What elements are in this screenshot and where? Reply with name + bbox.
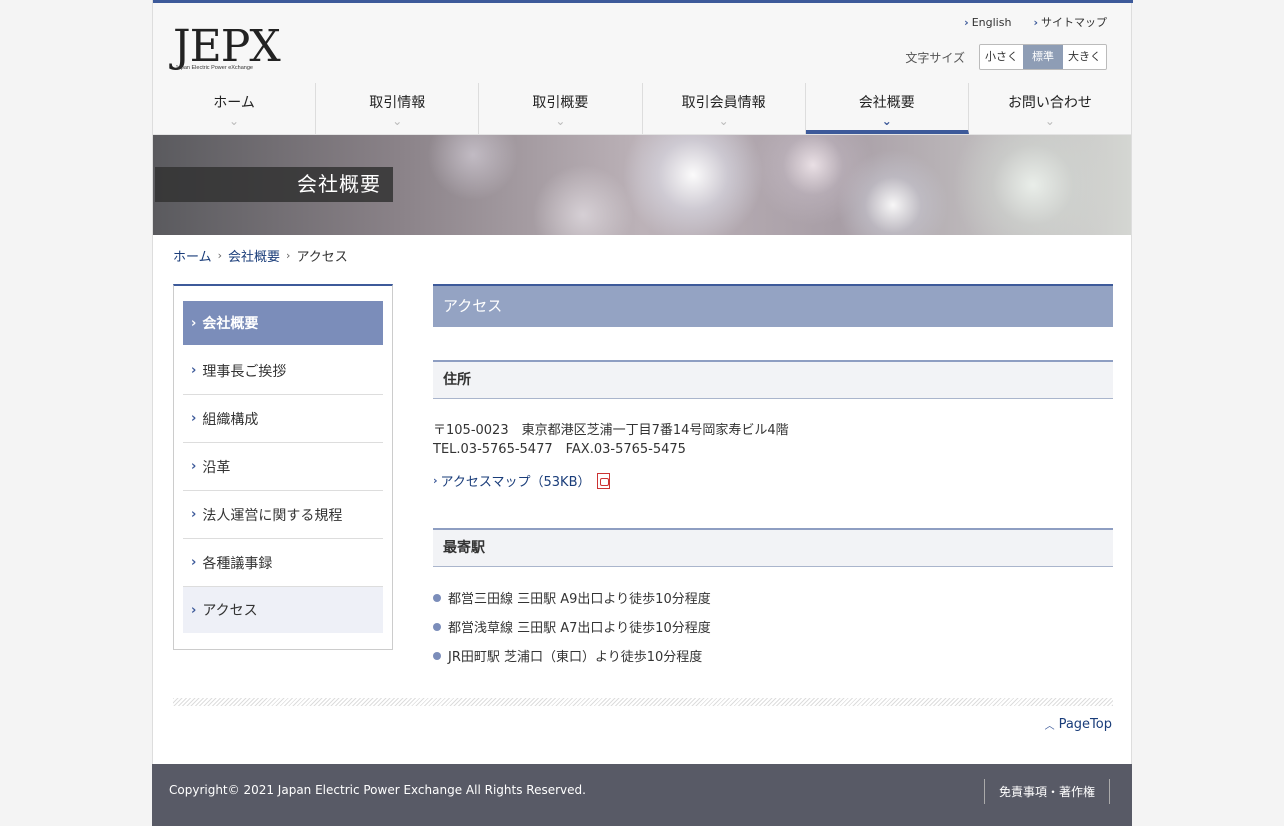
chevron-down-icon: ⌄ <box>1044 114 1055 128</box>
nav-trading-info[interactable]: 取引情報 ⌄ <box>316 83 480 134</box>
font-size-label: 文字サイズ <box>905 50 965 65</box>
list-item: 都営三田線 三田駅 A9出口より徒歩10分程度 <box>433 583 1113 612</box>
chevron-right-icon: › <box>286 249 291 262</box>
nav-trading-overview-label: 取引概要 <box>532 95 589 111</box>
copyright: Copyright© 2021 Japan Electric Power Exc… <box>169 783 586 797</box>
address-heading: 住所 <box>433 360 1113 399</box>
bullet-icon <box>433 622 441 631</box>
chevron-right-icon: › <box>217 249 223 262</box>
sidebar-item-greeting[interactable]: › 理事長ご挨拶 <box>183 347 383 395</box>
english-link[interactable]: › English <box>964 14 1011 30</box>
chevron-down-icon: ⌄ <box>881 114 892 128</box>
chevron-right-icon: › <box>191 555 197 570</box>
header: JEPX Japan Electric Power eXchange › Engl… <box>153 3 1131 83</box>
chevron-right-icon: › <box>1033 15 1038 29</box>
chevron-right-icon: › <box>964 15 969 29</box>
nav-home-label: ホーム <box>213 95 255 111</box>
station-text: 都営三田線 三田駅 A9出口より徒歩10分程度 <box>448 592 711 607</box>
pdf-icon <box>596 472 610 489</box>
font-size-options: 小さく 標準 大きく <box>979 44 1107 70</box>
access-map-link-row: › アクセスマップ（53KB） <box>433 471 1113 490</box>
nav-contact[interactable]: お問い合わせ ⌄ <box>969 83 1131 134</box>
access-map-link[interactable]: アクセスマップ（53KB） <box>441 471 591 490</box>
chevron-right-icon: › <box>191 602 197 618</box>
chevron-right-icon: › <box>191 459 197 474</box>
address-block: 〒105-0023 東京都港区芝浦一丁目7番14号岡家寿ビル4階 TEL.03-… <box>433 421 1113 459</box>
chevron-right-icon: › <box>191 507 197 522</box>
sidebar-item-label: 法人運営に関する規程 <box>202 507 343 524</box>
disclaimer-link[interactable]: 免責事項・著作権 <box>999 785 1095 799</box>
phone-fax-line: TEL.03-5765-5477 FAX.03-5765-5475 <box>433 442 686 457</box>
global-nav: ホーム ⌄ 取引情報 ⌄ 取引概要 ⌄ 取引会員情報 ⌄ 会社概要 ⌄ お問い合わせ ⌄ <box>153 83 1131 135</box>
chevron-down-icon: ⌄ <box>718 114 729 128</box>
sidebar: › 会社概要 › 理事長ご挨拶 › 組織構成 › 沿革 › 法人運営に関する規程 › 各種議… <box>173 284 393 650</box>
chevron-down-icon: ⌄ <box>555 114 566 128</box>
english-link-label: English <box>971 15 1012 29</box>
list-item: JR田町駅 芝浦口（東口）より徒歩10分程度 <box>433 641 1113 670</box>
sidebar-item-label: 沿革 <box>202 459 231 476</box>
nav-contact-label: お問い合わせ <box>1007 95 1092 111</box>
logo-text: JEPX <box>173 21 281 72</box>
breadcrumb-company[interactable]: 会社概要 <box>228 246 280 265</box>
sidebar-item-organization[interactable]: › 組織構成 <box>183 395 383 443</box>
chevron-down-icon: ⌄ <box>392 114 403 128</box>
banner-title: 会社概要 <box>155 167 393 202</box>
sidebar-item-access[interactable]: › アクセス <box>183 587 383 633</box>
logo-subtitle: Japan Electric Power eXchange <box>175 65 253 71</box>
page-container: JEPX Japan Electric Power eXchange › Engl… <box>152 0 1133 826</box>
footer: Copyright© 2021 Japan Electric Power Exc… <box>152 764 1132 826</box>
font-size-standard-button[interactable]: 標準 <box>1023 45 1063 69</box>
station-heading: 最寄駅 <box>433 528 1113 567</box>
page-top-link-row: ︿ PageTop <box>1045 717 1112 732</box>
sidebar-item-label: 各種議事録 <box>202 555 273 572</box>
utility-links: › English › サイトマップ <box>964 14 1107 30</box>
breadcrumb-current: アクセス <box>296 250 348 265</box>
chevron-right-icon: › <box>433 474 438 487</box>
font-size-switcher: 文字サイズ 小さく 標準 大きく <box>905 44 1107 70</box>
chevron-right-icon: › <box>191 363 197 378</box>
nav-member-info[interactable]: 取引会員情報 ⌄ <box>643 83 806 134</box>
bullet-icon <box>433 593 441 602</box>
page-title: アクセス <box>433 284 1113 327</box>
nav-trading-overview[interactable]: 取引概要 ⌄ <box>479 83 643 134</box>
chevron-down-icon: ⌄ <box>229 114 240 128</box>
sidebar-head-label: 会社概要 <box>202 316 259 332</box>
breadcrumb-home[interactable]: ホーム <box>173 246 212 265</box>
chevron-up-icon: ︿ <box>1044 721 1055 732</box>
sidebar-item-regulations[interactable]: › 法人運営に関する規程 <box>183 491 383 539</box>
nav-company-label: 会社概要 <box>858 95 915 111</box>
footer-links: 免責事項・著作権 <box>983 779 1110 804</box>
sidebar-item-company[interactable]: › 会社概要 <box>183 301 383 345</box>
chevron-right-icon: › <box>191 411 197 426</box>
nav-trading-info-label: 取引情報 <box>369 95 426 111</box>
station-text: JR田町駅 芝浦口（東口）より徒歩10分程度 <box>448 650 703 665</box>
breadcrumb: ホーム › 会社概要 › アクセス <box>173 246 348 265</box>
station-list: 都営三田線 三田駅 A9出口より徒歩10分程度 都営浅草線 三田駅 A7出口より… <box>433 583 1113 670</box>
font-size-large-button[interactable]: 大きく <box>1063 45 1106 69</box>
nav-company[interactable]: 会社概要 ⌄ <box>805 83 969 134</box>
station-text: 都営浅草線 三田駅 A7出口より徒歩10分程度 <box>448 621 711 636</box>
chevron-right-icon: › <box>191 315 197 331</box>
sitemap-link-label: サイトマップ <box>1041 16 1107 29</box>
sitemap-link[interactable]: › サイトマップ <box>1033 14 1107 30</box>
divider <box>173 698 1113 706</box>
sidebar-item-minutes[interactable]: › 各種議事録 <box>183 539 383 587</box>
font-size-small-button[interactable]: 小さく <box>980 45 1023 69</box>
main-content: アクセス 住所 〒105-0023 東京都港区芝浦一丁目7番14号岡家寿ビル4階… <box>433 284 1113 670</box>
sidebar-item-label: アクセス <box>202 603 258 619</box>
sidebar-item-label: 理事長ご挨拶 <box>202 363 287 380</box>
bullet-icon <box>433 651 441 660</box>
jepx-logo[interactable]: JEPX Japan Electric Power eXchange <box>173 25 283 75</box>
section-banner: 会社概要 <box>153 135 1131 235</box>
page-top-link[interactable]: PageTop <box>1059 717 1112 732</box>
sidebar-item-history[interactable]: › 沿革 <box>183 443 383 491</box>
nav-member-info-label: 取引会員情報 <box>681 95 766 111</box>
nav-home[interactable]: ホーム ⌄ <box>153 83 317 134</box>
list-item: 都営浅草線 三田駅 A7出口より徒歩10分程度 <box>433 612 1113 641</box>
address-line: 〒105-0023 東京都港区芝浦一丁目7番14号岡家寿ビル4階 <box>433 423 789 438</box>
sidebar-item-label: 組織構成 <box>202 411 259 428</box>
